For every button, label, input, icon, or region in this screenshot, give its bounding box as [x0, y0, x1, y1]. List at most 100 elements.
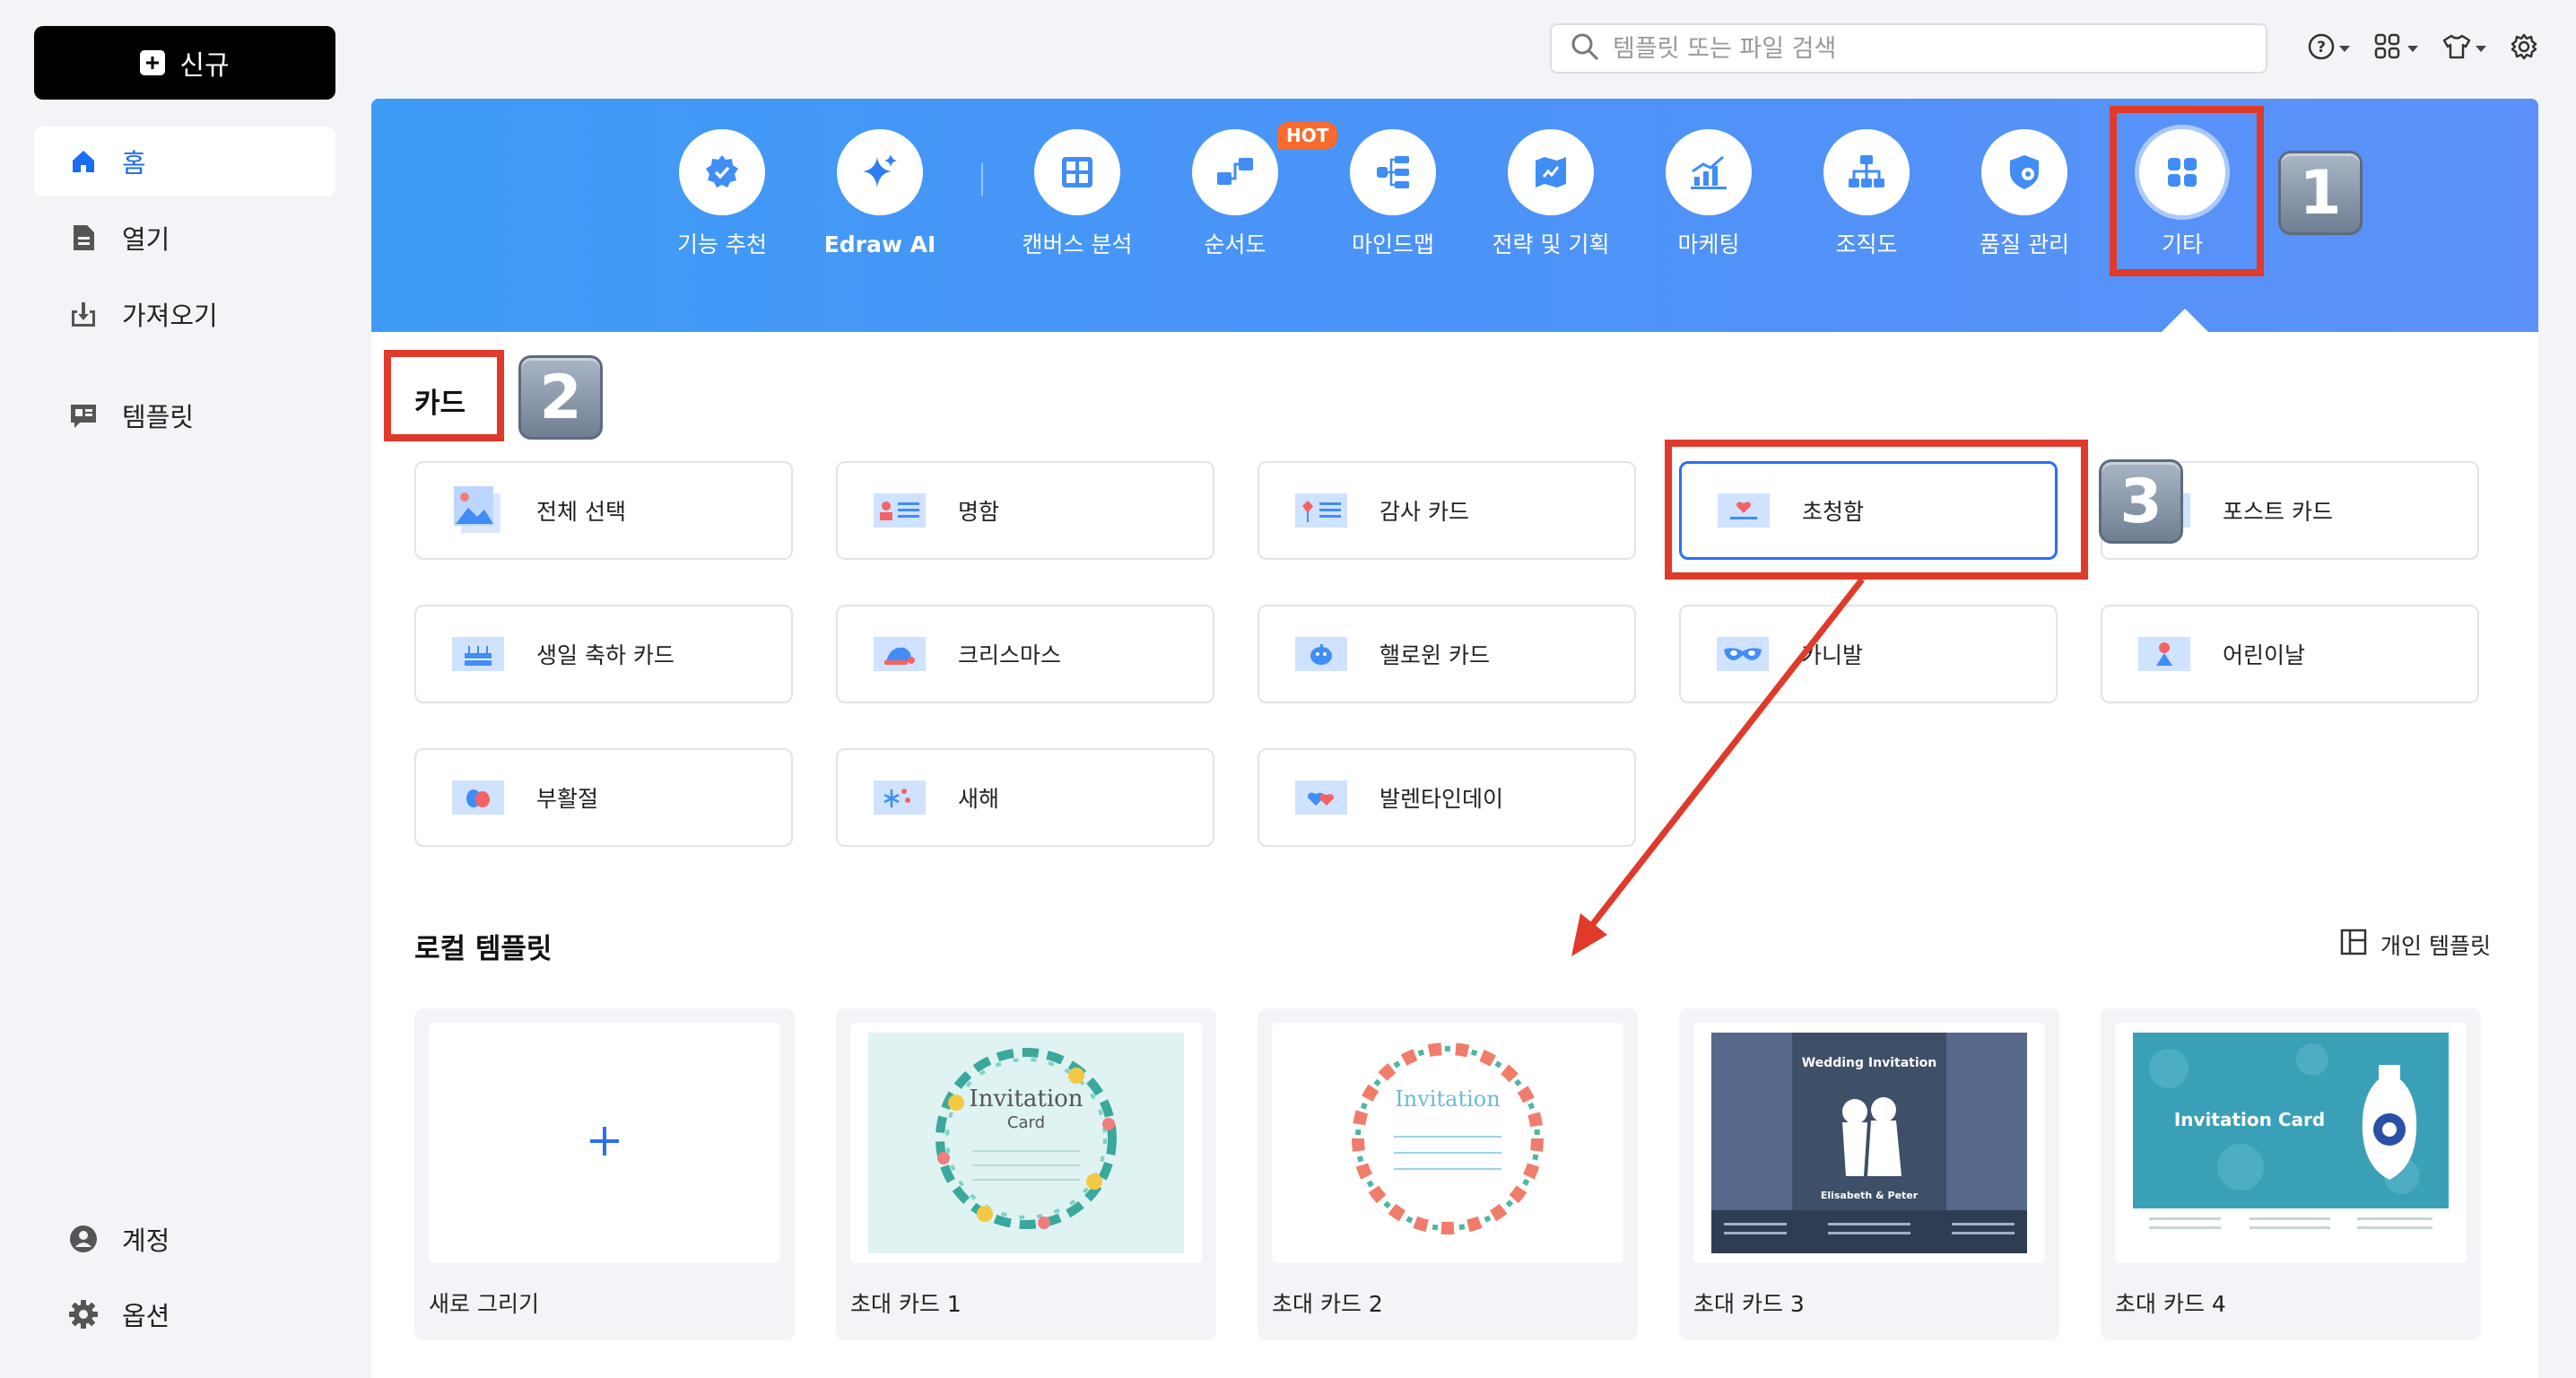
search-icon	[1570, 31, 1600, 65]
template-invitation-1[interactable]: Invitation Card 초대 카드 1	[836, 1008, 1216, 1340]
thumb-text: Wedding Invitation	[1802, 1056, 1936, 1070]
search-bar[interactable]	[1550, 23, 2267, 74]
category-canvas[interactable]: 캔버스 분석	[1001, 129, 1153, 258]
card-type-valentine[interactable]: 발렌타인데이	[1258, 748, 1636, 847]
banner-divider	[981, 163, 983, 196]
gear-icon	[68, 1299, 99, 1330]
sidebar-item-template[interactable]: 템플릿	[34, 380, 335, 450]
annotation-badge-2: 2	[518, 355, 603, 440]
category-quality[interactable]: 품질 관리	[1948, 129, 2101, 258]
sidebar-item-open[interactable]: 열기	[34, 203, 335, 273]
help-button[interactable]: ?	[2307, 29, 2350, 68]
template-label: 초대 카드 4	[2115, 1291, 2226, 1317]
business-card-icon	[874, 490, 926, 531]
category-label: 전략 및 기획	[1492, 231, 1610, 257]
sidebar: 신규 홈 열기 가져오기 템플릿 계정 옵션	[0, 0, 370, 1378]
document-icon	[68, 222, 99, 253]
personal-templates-label: 개인 템플릿	[2380, 933, 2491, 959]
category-label: 기능 추천	[677, 231, 767, 257]
invitation-card-2-preview: Invitation	[1290, 1033, 1606, 1253]
category-label: 조직도	[1835, 231, 1898, 257]
template-invitation-3[interactable]: Wedding Invitation Elisabeth & Peter 초대 …	[1679, 1008, 2059, 1340]
card-type-all[interactable]: 전체 선택	[414, 461, 793, 560]
template-thumbnail: Wedding Invitation Elisabeth & Peter	[1693, 1023, 2045, 1263]
layout-icon	[2339, 928, 2368, 962]
apps-button[interactable]	[2373, 29, 2418, 68]
card-type-easter[interactable]: 부활절	[414, 748, 793, 847]
card-type-label: 어린이날	[2223, 642, 2306, 668]
annotation-badge-1: 1	[2278, 151, 2363, 235]
category-recommend[interactable]: 기능 추천	[646, 129, 798, 258]
card-type-childrens-day[interactable]: 어린이날	[2101, 605, 2479, 703]
template-invitation-2[interactable]: Invitation 초대 카드 2	[1258, 1008, 1638, 1340]
sidebar-item-options[interactable]: 옵션	[34, 1279, 335, 1349]
category-marketing[interactable]: 마케팅	[1632, 129, 1785, 258]
santa-hat-icon	[874, 633, 926, 675]
quality-icon	[1981, 129, 2067, 215]
settings-button[interactable]	[2510, 29, 2538, 68]
annotation-badge-3: 3	[2099, 459, 2183, 544]
thumb-text: Invitation Card	[2174, 1109, 2325, 1130]
category-strategy[interactable]: 전략 및 기획	[1475, 129, 1627, 258]
sidebar-item-label: 옵션	[122, 1301, 170, 1331]
import-icon	[68, 299, 99, 329]
personal-templates-button[interactable]: 개인 템플릿	[2339, 928, 2491, 962]
card-type-christmas[interactable]: 크리스마스	[836, 605, 1214, 703]
account-icon	[68, 1224, 99, 1254]
sidebar-item-import[interactable]: 가져오기	[34, 279, 335, 349]
sidebar-item-account[interactable]: 계정	[34, 1204, 335, 1274]
pumpkin-icon	[1295, 633, 1347, 675]
card-type-thanks[interactable]: 감사 카드	[1258, 461, 1636, 560]
annotation-box-2	[384, 350, 504, 441]
card-type-new-year[interactable]: 새해	[836, 748, 1214, 847]
category-label: 순서도	[1204, 231, 1266, 257]
card-type-label: 카니발	[1801, 642, 1864, 668]
category-org-chart[interactable]: 조직도	[1790, 129, 1943, 258]
strategy-icon	[1508, 129, 1594, 215]
thanks-card-icon	[1295, 490, 1347, 531]
card-type-label: 크리스마스	[958, 642, 1062, 668]
annotation-box-1	[2110, 106, 2264, 276]
thumb-text: Invitation	[969, 1086, 1083, 1112]
category-label: 마케팅	[1677, 231, 1740, 257]
card-type-label: 부활절	[536, 786, 599, 812]
template-invitation-4[interactable]: Invitation Card 초대 카드 4	[2101, 1008, 2481, 1340]
card-type-birthday[interactable]: 생일 축하 카드	[414, 605, 793, 703]
gear-icon	[2510, 32, 2538, 65]
template-new-drawing[interactable]: 새로 그리기	[414, 1008, 795, 1340]
mask-icon	[1717, 633, 1769, 675]
card-type-label: 발렌타인데이	[1379, 786, 1504, 812]
plus-icon	[140, 50, 166, 75]
card-type-business[interactable]: 명함	[836, 461, 1214, 560]
template-icon	[68, 400, 99, 431]
selected-category-pointer	[2162, 309, 2208, 332]
chevron-down-icon	[2407, 45, 2418, 52]
sidebar-item-home[interactable]: 홈	[34, 126, 335, 196]
card-type-carnival[interactable]: 카니발	[1679, 605, 2058, 703]
child-icon	[2138, 633, 2190, 675]
heart-icon	[1295, 777, 1347, 818]
search-input[interactable]	[1613, 34, 2241, 63]
template-label: 초대 카드 2	[1272, 1291, 1383, 1317]
card-type-halloween[interactable]: 핼로윈 카드	[1258, 605, 1636, 703]
sidebar-item-label: 열기	[122, 224, 170, 255]
local-templates-title: 로컬 템플릿	[414, 933, 553, 965]
category-flowchart[interactable]: 순서도	[1159, 129, 1311, 258]
new-button-label: 신규	[179, 50, 230, 82]
category-edraw-ai[interactable]: Edraw AI	[804, 129, 956, 258]
sidebar-item-label: 템플릿	[122, 402, 195, 432]
template-label: 초대 카드 1	[850, 1291, 962, 1317]
sidebar-item-label: 홈	[122, 148, 146, 179]
card-type-label: 생일 축하 카드	[536, 642, 674, 668]
help-icon: ?	[2307, 32, 2336, 65]
category-mindmap[interactable]: 마인드맵	[1317, 129, 1469, 258]
template-thumbnail: Invitation	[1272, 1023, 1623, 1263]
new-button[interactable]: 신규	[34, 26, 335, 100]
easter-egg-icon	[452, 777, 504, 818]
template-label: 초대 카드 3	[1693, 1291, 1805, 1317]
template-thumbnail: Invitation Card	[850, 1023, 1202, 1263]
theme-button[interactable]	[2441, 29, 2486, 68]
invitation-card-4-preview: Invitation Card	[2133, 1033, 2449, 1253]
category-label: 마인드맵	[1351, 231, 1434, 257]
svg-text:?: ?	[2317, 39, 2326, 57]
